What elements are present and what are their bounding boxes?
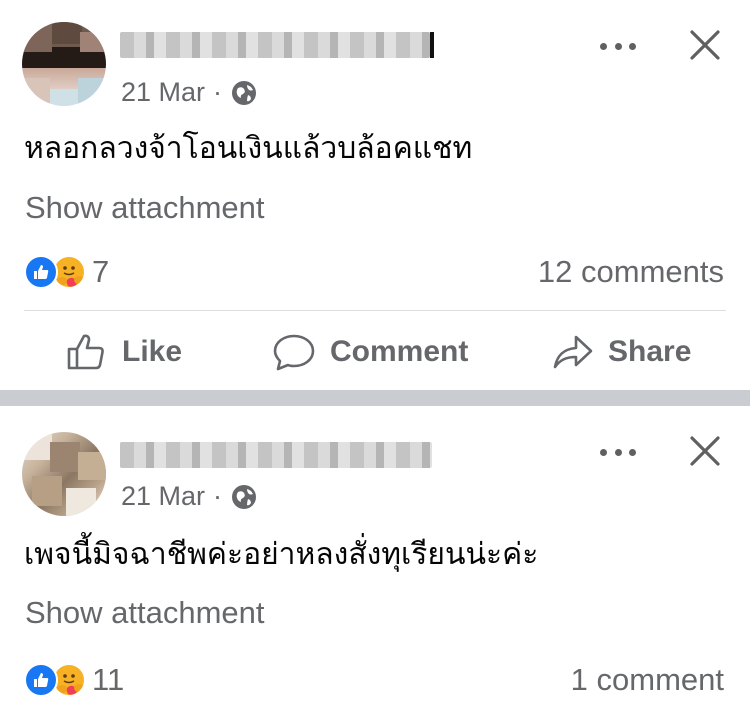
comments-count-link[interactable]: 1 comment [571, 662, 724, 698]
close-icon[interactable] [688, 434, 722, 468]
feed-separator [0, 390, 750, 406]
meta-separator: · [213, 481, 223, 511]
post-card-2: 21 Mar · เพจนี้มิจฉาชีพค่ะอย่าหลงสั่งทุเ… [0, 406, 750, 707]
post-date[interactable]: 21 Mar [121, 77, 205, 108]
like-reaction-icon [24, 663, 58, 697]
share-button[interactable]: Share [552, 322, 691, 382]
author-name-blurred[interactable] [120, 442, 432, 468]
post-actions-bar: Like Comment Share [0, 322, 750, 382]
like-label: Like [122, 335, 183, 368]
post-card-1: 21 Mar · หลอกลวงจ้าโอนเงินแล้วบล้อคแชท S… [0, 0, 750, 390]
comment-bubble-icon [273, 334, 315, 371]
globe-icon [232, 80, 257, 105]
comment-label: Comment [330, 335, 469, 368]
post-meta: 21 Mar · [121, 77, 258, 108]
post-meta: 21 Mar · [121, 481, 258, 512]
globe-icon [232, 484, 257, 509]
like-button[interactable]: Like [66, 322, 182, 382]
avatar[interactable] [22, 432, 106, 516]
like-reaction-icon [24, 255, 58, 289]
comments-count-link[interactable]: 12 comments [538, 254, 724, 290]
reaction-count: 11 [92, 662, 125, 697]
avatar[interactable] [22, 22, 106, 106]
thumbs-up-icon [67, 334, 104, 370]
comment-button[interactable]: Comment [272, 322, 468, 382]
more-icon[interactable] [600, 40, 636, 52]
divider [24, 310, 726, 311]
share-arrow-icon [553, 335, 593, 369]
post-text: เพจนี้มิจฉาชีพค่ะอย่าหลงสั่งทุเรียนน่ะค่… [24, 537, 539, 572]
reactions-summary[interactable]: 7 [24, 254, 109, 290]
author-name-blur-edge [430, 32, 434, 58]
share-label: Share [608, 335, 692, 368]
more-icon[interactable] [600, 446, 636, 458]
show-attachment-link[interactable]: Show attachment [25, 190, 265, 226]
post-date[interactable]: 21 Mar [121, 481, 205, 512]
show-attachment-link[interactable]: Show attachment [25, 595, 265, 631]
close-icon[interactable] [688, 28, 722, 62]
reaction-count: 7 [92, 254, 110, 289]
post-text: หลอกลวงจ้าโอนเงินแล้วบล้อคแชท [24, 131, 473, 166]
author-name-blurred[interactable] [120, 32, 430, 58]
meta-separator: · [213, 77, 223, 107]
reactions-summary[interactable]: 11 [24, 662, 124, 698]
